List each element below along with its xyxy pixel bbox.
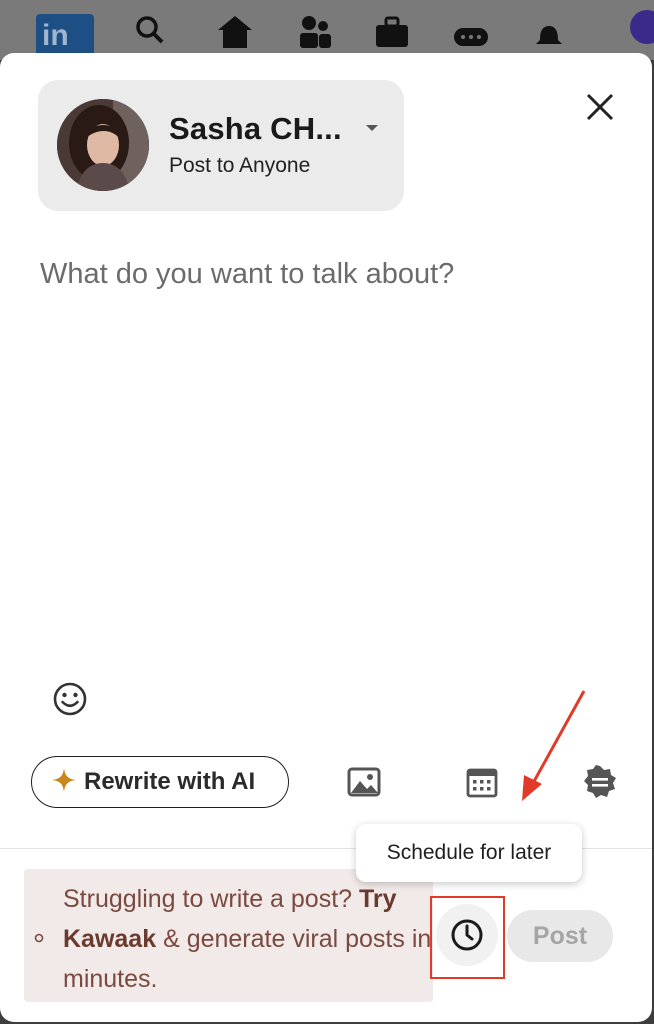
messaging-icon	[452, 14, 490, 53]
add-media-button[interactable]	[344, 762, 384, 802]
image-icon	[347, 767, 381, 797]
avatar	[57, 99, 149, 191]
close-icon	[586, 93, 614, 121]
notifications-icon	[532, 14, 566, 53]
create-post-modal: Sasha CH... Post to Anyone What do you w…	[0, 53, 652, 1022]
post-button[interactable]: Post	[507, 910, 613, 962]
audience-label: Post to Anyone	[169, 154, 311, 177]
search-icon	[134, 14, 166, 51]
emoji-button[interactable]	[50, 679, 90, 719]
rewrite-label: Rewrite with AI	[84, 768, 256, 795]
chevron-down-icon	[366, 125, 378, 131]
rewrite-with-ai-button[interactable]: Rewrite with AI	[31, 756, 289, 808]
extension-icon	[630, 10, 654, 44]
author-selector[interactable]: Sasha CH... Post to Anyone	[38, 80, 404, 211]
annotation-highlight-box	[430, 896, 505, 979]
calendar-icon	[466, 768, 498, 798]
annotation-arrow	[522, 690, 586, 801]
emoji-icon	[53, 682, 87, 716]
create-event-button[interactable]	[462, 762, 502, 802]
kawaak-promo-banner[interactable]: Struggling to write a post? Try Kawaak &…	[24, 869, 433, 1002]
network-icon	[298, 14, 332, 53]
author-name: Sasha CH...	[169, 111, 342, 146]
close-button[interactable]	[580, 87, 620, 127]
linkedin-logo: in	[36, 14, 94, 58]
jobs-icon	[374, 14, 410, 53]
sparkle-icon	[52, 767, 76, 797]
background-top-nav: in	[0, 0, 654, 60]
promo-text: Struggling to write a post? Try Kawaak &…	[63, 885, 432, 993]
schedule-tooltip: Schedule for later	[356, 824, 582, 882]
post-text-area[interactable]: What do you want to talk about?	[40, 258, 600, 291]
home-icon	[216, 14, 254, 53]
kawaak-icon	[34, 933, 44, 943]
